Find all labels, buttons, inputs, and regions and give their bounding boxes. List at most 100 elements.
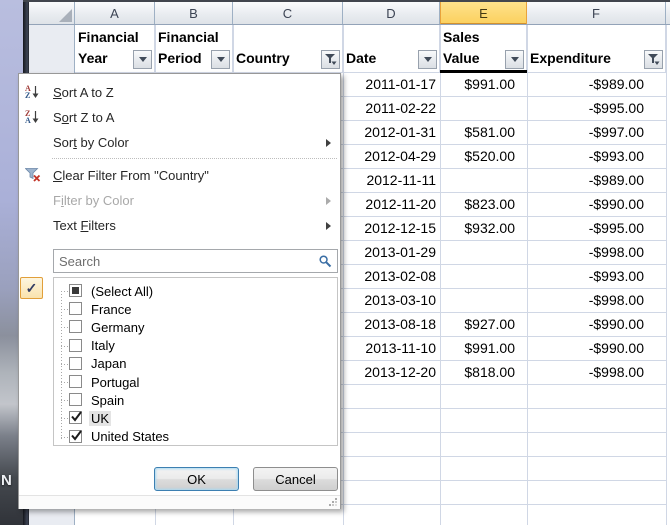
cancel-button[interactable]: Cancel [253, 467, 338, 491]
checkbox-checked[interactable] [69, 430, 82, 443]
cell-expenditure[interactable]: -$993.00 [527, 265, 666, 288]
cell-sales[interactable]: $991.00 [440, 73, 527, 96]
cell-date[interactable]: 2013-02-08 [343, 265, 440, 288]
search-icon[interactable] [319, 255, 332, 268]
cell-expenditure[interactable]: -$995.00 [527, 97, 666, 120]
sort-za-icon: ZA [25, 107, 47, 127]
filter-option-japan[interactable]: Japan [54, 355, 337, 373]
column-header-d[interactable]: D [343, 2, 440, 24]
resize-grip-icon[interactable] [328, 497, 338, 507]
filter-check-highlight-button[interactable]: ✓ [20, 277, 43, 299]
cell-expenditure[interactable]: -$993.00 [527, 145, 666, 168]
header-label: Expenditure [530, 48, 640, 69]
header-cell-financial-period[interactable]: Financial Period [155, 25, 233, 73]
cell-date[interactable]: 2013-11-10 [343, 337, 440, 360]
cell-date[interactable]: 2012-11-11 [343, 169, 440, 192]
cell-date[interactable]: 2012-12-15 [343, 217, 440, 240]
filter-option-germany[interactable]: Germany [54, 318, 337, 336]
cell-date[interactable]: 2013-03-10 [343, 289, 440, 312]
column-header-b[interactable]: B [155, 2, 233, 24]
cell-sales[interactable] [440, 289, 527, 312]
menu-separator [52, 158, 337, 159]
cell-sales[interactable] [440, 169, 527, 192]
cell-sales[interactable]: $520.00 [440, 145, 527, 168]
cell-sales[interactable]: $823.00 [440, 193, 527, 216]
filter-dropdown-button[interactable] [505, 50, 524, 69]
menu-item-text-filters[interactable]: Text Filters [19, 213, 340, 238]
menu-item-sort-by-color[interactable]: Sort by Color [19, 130, 340, 155]
cell-date[interactable]: 2012-04-29 [343, 145, 440, 168]
filter-dropdown-button[interactable] [211, 50, 230, 69]
cell-sales[interactable]: $581.00 [440, 121, 527, 144]
cell-sales[interactable]: $818.00 [440, 361, 527, 384]
checkbox-unchecked[interactable] [69, 339, 82, 352]
filter-dropdown-button[interactable] [418, 50, 437, 69]
search-input[interactable] [54, 250, 321, 272]
checkbox-unchecked[interactable] [69, 393, 82, 406]
header-cell-date[interactable]: Date [343, 25, 440, 73]
indeterminate-mark [72, 287, 79, 294]
cell-expenditure[interactable]: -$998.00 [527, 289, 666, 312]
corner-triangle-icon [59, 9, 72, 22]
header-cell-expenditure[interactable]: Expenditure [527, 25, 666, 73]
filter-option-france[interactable]: France [54, 300, 337, 318]
cell-expenditure[interactable]: -$997.00 [527, 121, 666, 144]
cell-date[interactable]: 2012-01-31 [343, 121, 440, 144]
menu-item-label: Clear Filter From "Country" [53, 168, 209, 183]
menu-item-clear-filter-from-country[interactable]: Clear Filter From "Country" [19, 163, 340, 188]
checkbox-indeterminate[interactable] [69, 284, 82, 297]
filter-option-uk[interactable]: UK [54, 409, 337, 427]
cell-expenditure[interactable]: -$989.00 [527, 73, 666, 96]
filter-option-italy[interactable]: Italy [54, 337, 337, 355]
filter-value-list: (Select All)FranceGermanyItalyJapanPortu… [53, 277, 338, 446]
header-cell-financial-year[interactable]: Financial Year [75, 25, 155, 73]
checkbox-unchecked[interactable] [69, 375, 82, 388]
cell-sales[interactable] [440, 265, 527, 288]
select-all-corner[interactable] [29, 2, 75, 24]
filter-option-select-all[interactable]: (Select All) [54, 282, 337, 300]
checkbox-unchecked[interactable] [69, 302, 82, 315]
checkbox-unchecked[interactable] [69, 320, 82, 333]
filter-option-spain[interactable]: Spain [54, 391, 337, 409]
column-header-f[interactable]: F [527, 2, 666, 24]
cell-expenditure[interactable]: -$990.00 [527, 193, 666, 216]
cell-date[interactable]: 2012-11-20 [343, 193, 440, 216]
column-header-a[interactable]: A [75, 2, 155, 24]
cell-sales[interactable]: $932.00 [440, 217, 527, 240]
cell-sales[interactable] [440, 241, 527, 264]
filter-option-united-states[interactable]: United States [54, 428, 337, 446]
checkbox-unchecked[interactable] [69, 357, 82, 370]
menu-resize-strip[interactable] [19, 495, 340, 509]
menu-item-sort-z-to-a[interactable]: ZA Sort Z to A [19, 105, 340, 130]
filter-dropdown-button[interactable] [133, 50, 152, 69]
menu-item-filter-by-color[interactable]: Filter by Color [19, 188, 340, 213]
cell-date[interactable]: 2011-01-17 [343, 73, 440, 96]
cell-date[interactable]: 2013-08-18 [343, 313, 440, 336]
cell-date[interactable]: 2013-01-29 [343, 241, 440, 264]
filter-option-portugal[interactable]: Portugal [54, 373, 337, 391]
ok-button[interactable]: OK [154, 467, 239, 491]
cell-expenditure[interactable]: -$998.00 [527, 361, 666, 384]
checkbox-checked[interactable] [69, 411, 82, 424]
filter-applied-button[interactable] [321, 50, 340, 69]
cell-sales[interactable]: $927.00 [440, 313, 527, 336]
filter-applied-button[interactable] [644, 50, 663, 69]
cell-expenditure[interactable]: -$990.00 [527, 313, 666, 336]
column-header-c[interactable]: C [233, 2, 343, 24]
menu-item-label: Sort Z to A [53, 110, 114, 125]
cell-expenditure[interactable]: -$995.00 [527, 217, 666, 240]
cell-date[interactable]: 2013-12-20 [343, 361, 440, 384]
header-cell-country[interactable]: Country [233, 25, 343, 73]
cell-expenditure[interactable]: -$998.00 [527, 241, 666, 264]
header-cell-sales-value[interactable]: Sales Value [440, 25, 527, 73]
menu-item-sort-a-to-z[interactable]: AZSort A to Z [19, 80, 340, 105]
header-label: Sales Value [443, 27, 501, 69]
cell-expenditure[interactable]: -$989.00 [527, 169, 666, 192]
column-header-e-selected[interactable]: E [440, 2, 527, 24]
cell-expenditure[interactable]: -$990.00 [527, 337, 666, 360]
cell-sales[interactable]: $991.00 [440, 337, 527, 360]
submenu-arrow-icon [326, 139, 331, 147]
cell-date[interactable]: 2011-02-22 [343, 97, 440, 120]
cell-sales[interactable] [440, 97, 527, 120]
column-header-sliver [666, 2, 670, 24]
